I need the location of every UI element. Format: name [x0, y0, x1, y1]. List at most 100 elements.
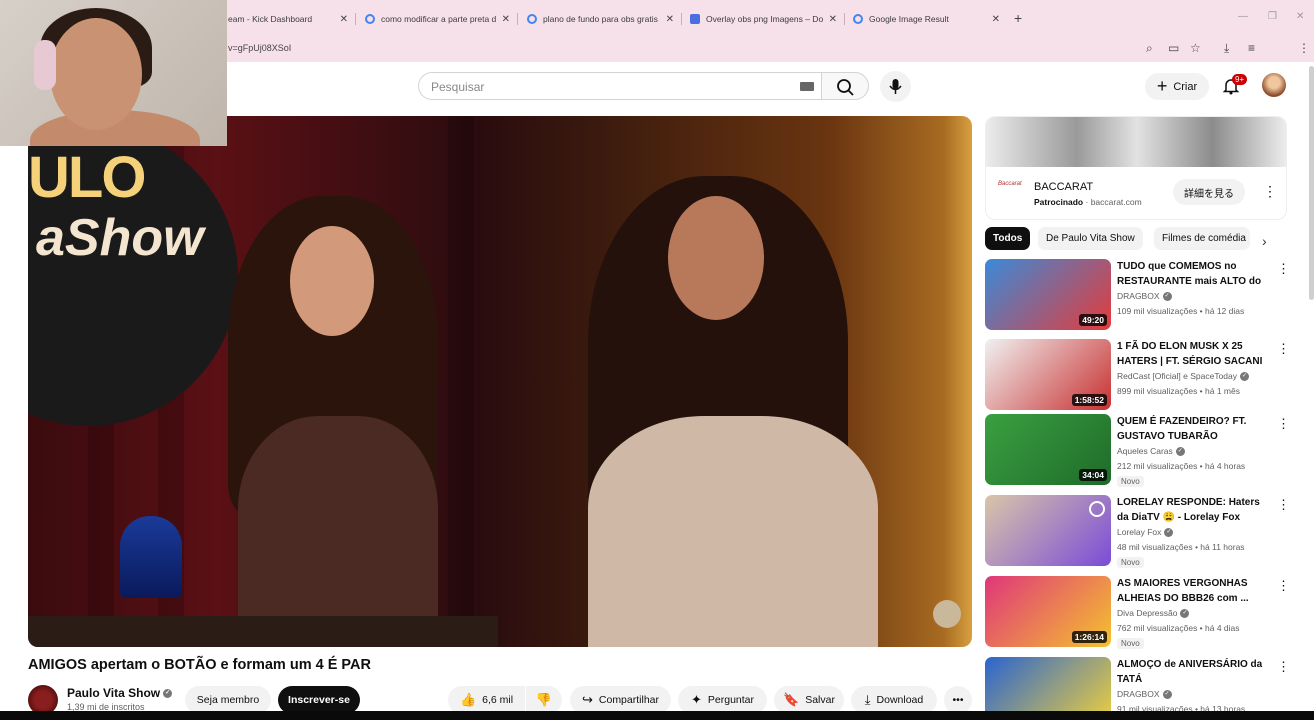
video-thumbnail[interactable]	[985, 495, 1111, 566]
tab-title: Google Image Result	[869, 14, 949, 24]
share-icon: ↪	[581, 692, 593, 707]
recommendation-title[interactable]: 1 FÃ DO ELON MUSK X 25 HATERS | FT. SÉRG…	[1117, 339, 1269, 369]
bookmark-star-icon[interactable]: ☆	[1190, 41, 1201, 55]
more-vert-icon[interactable]: ⋮	[1277, 416, 1290, 432]
microphone-icon	[889, 79, 902, 94]
browser-tab-google-1[interactable]: como modificar a parte preta d ✕	[365, 8, 510, 30]
close-icon[interactable]: ✕	[340, 14, 348, 25]
more-vert-icon[interactable]: ⋮	[1298, 41, 1310, 55]
search-box[interactable]: Pesquisar	[418, 72, 822, 100]
recommendation-channel[interactable]: DRAGBOX ✓	[1117, 689, 1172, 700]
show-logo-text: aShow	[36, 209, 204, 267]
ad-banner-image[interactable]	[986, 117, 1286, 167]
channel-watermark[interactable]	[933, 600, 961, 628]
recommendation-title[interactable]: ALMOÇO de ANIVERSÁRIO da TATÁ	[1117, 657, 1269, 687]
ad-brand: BACCARAT	[1034, 181, 1094, 193]
create-button[interactable]: + Criar	[1145, 73, 1209, 100]
recommendation-item[interactable]: 34:04 QUEM É FAZENDEIRO? FT. GUSTAVO TUB…	[985, 414, 1290, 488]
recommendation-channel[interactable]: DRAGBOX ✓	[1117, 291, 1172, 302]
media-control-icon[interactable]: ≡	[1248, 41, 1255, 55]
video-thumbnail[interactable]: 49:20	[985, 259, 1111, 330]
maximize-icon[interactable]: ❐	[1268, 11, 1277, 22]
recommendation-item[interactable]: 1:58:52 1 FÃ DO ELON MUSK X 25 HATERS | …	[985, 339, 1290, 413]
recommendation-title[interactable]: QUEM É FAZENDEIRO? FT. GUSTAVO TUBARÃO	[1117, 414, 1269, 444]
video-thumbnail[interactable]: 1:26:14	[985, 576, 1111, 647]
watch-later-icon[interactable]	[1089, 501, 1105, 517]
more-vert-icon[interactable]: ⋮	[1277, 659, 1290, 675]
minimize-icon[interactable]: —	[1238, 11, 1248, 22]
search-input[interactable]: Pesquisar	[431, 80, 484, 94]
close-icon[interactable]: ✕	[502, 14, 510, 25]
save-button[interactable]: 🔖 Salvar	[774, 686, 844, 714]
new-badge: Novo	[1117, 476, 1144, 487]
channel-name[interactable]: Paulo Vita Show ✓	[67, 686, 173, 700]
recommendation-item[interactable]: LORELAY RESPONDE: Haters da DiaTV 😩 - Lo…	[985, 495, 1290, 569]
tab-title: plano de fundo para obs gratis	[543, 14, 658, 24]
window-close-icon[interactable]: ✕	[1296, 11, 1304, 22]
chip-comedy[interactable]: Filmes de comédia	[1154, 227, 1250, 250]
google-icon	[527, 14, 537, 24]
new-tab-button[interactable]: +	[1014, 10, 1022, 26]
recommendation-meta: 109 mil visualizações • há 12 dias	[1117, 306, 1245, 316]
recommendation-title[interactable]: TUDO que COMEMOS no RESTAURANTE mais ALT…	[1117, 259, 1269, 289]
recommendation-channel[interactable]: RedCast [Oficial] e SpaceToday ✓	[1117, 371, 1250, 382]
recommendation-item[interactable]: 1:26:14 AS MAIORES VERGONHAS ALHEIAS DO …	[985, 576, 1290, 650]
chip-all[interactable]: Todos	[985, 227, 1031, 250]
verified-icon: ✓	[1175, 447, 1185, 457]
thumbs-down-icon: 👎	[535, 692, 553, 707]
download-icon[interactable]: ⤓	[1224, 41, 1229, 56]
docs-icon	[690, 14, 700, 24]
recommendation-channel[interactable]: Lorelay Fox ✓	[1117, 527, 1174, 538]
search-button[interactable]	[821, 72, 869, 100]
more-vert-icon[interactable]: ⋮	[1277, 341, 1290, 357]
sparkle-icon: ✦	[690, 692, 702, 707]
recommendation-title[interactable]: AS MAIORES VERGONHAS ALHEIAS DO BBB26 co…	[1117, 576, 1269, 606]
chevron-right-icon[interactable]: ›	[1262, 233, 1267, 249]
verified-icon: ✓	[1164, 528, 1174, 538]
recommendation-title[interactable]: LORELAY RESPONDE: Haters da DiaTV 😩 - Lo…	[1117, 495, 1269, 525]
browser-tab-google-image[interactable]: Google Image Result ✕	[853, 8, 1000, 30]
recommendation-meta: 899 mil visualizações • há 1 mês	[1117, 386, 1240, 396]
recommendation-channel[interactable]: Diva Depressão ✓	[1117, 608, 1190, 619]
subscribe-button[interactable]: Inscrever-se	[278, 686, 360, 714]
google-icon	[853, 14, 863, 24]
more-vert-icon[interactable]: ⋮	[1263, 183, 1277, 200]
user-avatar[interactable]	[1262, 73, 1286, 97]
video-player[interactable]: ULO aShow	[28, 116, 972, 647]
page-scrollbar[interactable]	[1309, 66, 1314, 300]
like-button[interactable]: 👍 6,6 mil	[448, 686, 525, 714]
more-horiz-icon: •••	[952, 694, 964, 706]
more-vert-icon[interactable]: ⋮	[1277, 578, 1290, 594]
blue-siren-light	[120, 516, 182, 598]
recommendation-meta: 212 mil visualizações • há 4 horas	[1117, 461, 1246, 471]
new-badge: Novo	[1117, 557, 1144, 568]
more-vert-icon[interactable]: ⋮	[1277, 497, 1290, 513]
browser-tab-google-2[interactable]: plano de fundo para obs gratis ✕	[527, 8, 674, 30]
video-thumbnail[interactable]: 1:58:52	[985, 339, 1111, 410]
dislike-button[interactable]: 👎	[526, 686, 562, 714]
cast-icon[interactable]: ▭	[1168, 41, 1179, 55]
video-thumbnail[interactable]: 34:04	[985, 414, 1111, 485]
join-button[interactable]: Seja membro	[185, 686, 271, 714]
chip-channel[interactable]: De Paulo Vita Show	[1038, 227, 1143, 250]
ad-cta-button[interactable]: 詳細を見る	[1173, 179, 1245, 205]
zoom-icon[interactable]: ⌕	[1146, 41, 1153, 56]
recommendation-item[interactable]: 49:20 TUDO que COMEMOS no RESTAURANTE ma…	[985, 259, 1290, 333]
voice-search-button[interactable]	[880, 71, 911, 102]
close-icon[interactable]: ✕	[992, 14, 1000, 25]
close-icon[interactable]: ✕	[666, 14, 674, 25]
share-button[interactable]: ↪ Compartilhar	[570, 686, 671, 714]
url-field[interactable]: v=gFpUj08XSoI	[228, 43, 291, 53]
more-vert-icon[interactable]: ⋮	[1277, 261, 1290, 277]
keyboard-icon[interactable]	[800, 82, 814, 91]
browser-tab-kick[interactable]: eam - Kick Dashboard ✕	[228, 8, 348, 30]
recommendation-channel[interactable]: Aqueles Caras ✓	[1117, 446, 1185, 457]
show-logo-text: ULO	[28, 145, 146, 210]
sponsored-ad[interactable]: Baccarat BACCARAT Patrocinado · baccarat…	[985, 116, 1287, 220]
more-actions-button[interactable]: •••	[944, 686, 972, 714]
close-icon[interactable]: ✕	[829, 14, 837, 25]
browser-tab-docs[interactable]: Overlay obs png Imagens – Do ✕	[690, 8, 837, 30]
download-button[interactable]: ⤓ Download	[851, 686, 937, 714]
page: eam - Kick Dashboard ✕ como modificar a …	[0, 0, 1314, 720]
ask-button[interactable]: ✦ Perguntar	[678, 686, 767, 714]
